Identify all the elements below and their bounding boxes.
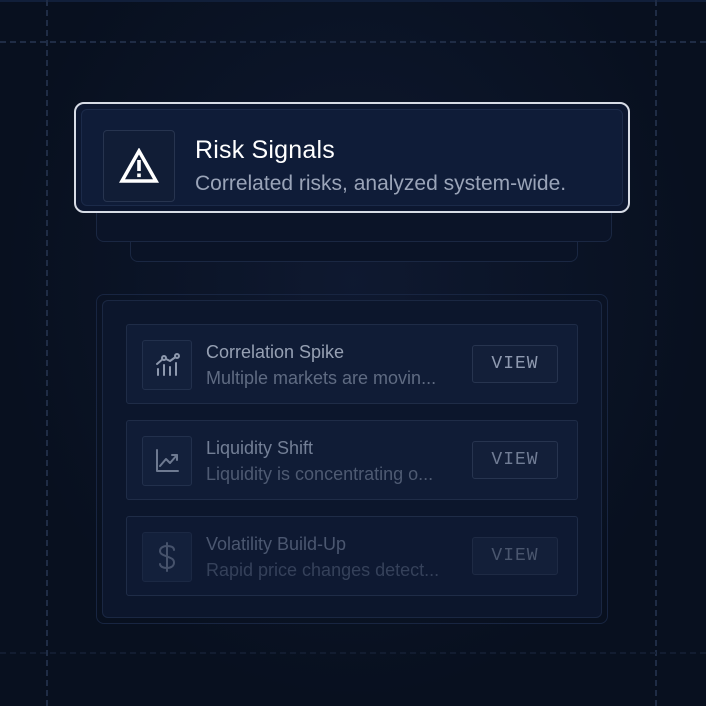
- warning-triangle-icon: [103, 130, 175, 202]
- correlation-chart-icon: [142, 340, 192, 390]
- signal-title: Liquidity Shift: [206, 438, 314, 458]
- page-subtitle: Correlated risks, analyzed system-wide.: [195, 172, 567, 195]
- risk-signals-card-inner: Risk Signals Correlated risks, analyzed …: [81, 109, 623, 206]
- signal-row-liquidity-shift[interactable]: Liquidity Shift Liquidity is concentrati…: [126, 420, 578, 500]
- signal-row-volatility-build-up[interactable]: Volatility Build-Up Rapid price changes …: [126, 516, 578, 596]
- risk-signals-card[interactable]: Risk Signals Correlated risks, analyzed …: [74, 102, 630, 213]
- background-canvas: Risk Signals Correlated risks, analyzed …: [0, 0, 706, 706]
- signal-title: Correlation Spike: [206, 342, 345, 362]
- signal-description: Rapid price changes detect...: [206, 560, 440, 580]
- view-button[interactable]: VIEW: [472, 441, 558, 479]
- guide-line-left: [46, 0, 48, 706]
- guide-line-bottom: [0, 652, 706, 654]
- guide-line-right: [655, 0, 657, 706]
- trend-up-chart-icon: [142, 436, 192, 486]
- signal-row-correlation-spike[interactable]: Correlation Spike Multiple markets are m…: [126, 324, 578, 404]
- signal-title: Volatility Build-Up: [206, 534, 347, 554]
- view-button[interactable]: VIEW: [472, 345, 558, 383]
- signal-description: Multiple markets are movin...: [206, 368, 437, 388]
- signal-description: Liquidity is concentrating o...: [206, 464, 434, 484]
- top-border: [0, 0, 706, 2]
- page-title: Risk Signals: [195, 136, 335, 164]
- view-button[interactable]: VIEW: [472, 537, 558, 575]
- guide-line-top: [0, 41, 706, 43]
- dollar-sign-icon: [142, 532, 192, 582]
